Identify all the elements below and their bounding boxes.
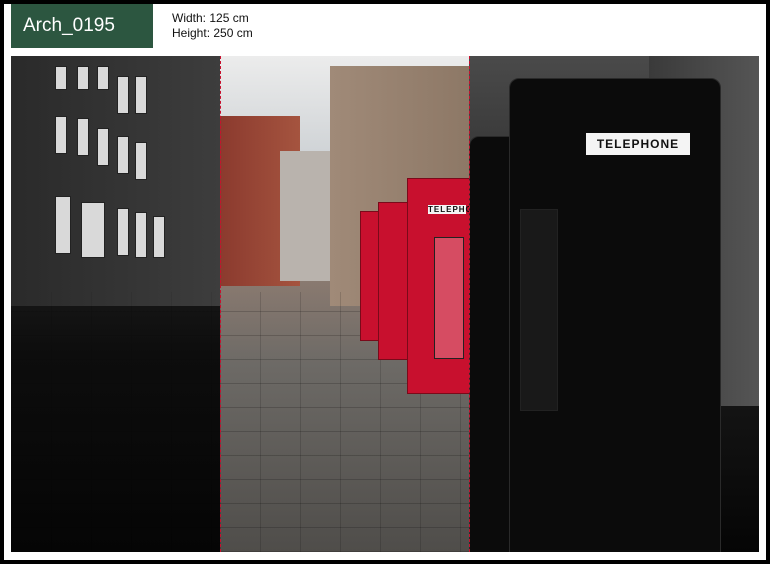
window [81,202,105,258]
booth-sign: TELEPHONE [428,205,486,214]
product-code-badge: Arch_0195 [11,4,153,48]
width-label: Width: 125 cm [172,11,249,25]
dark-telephone-booth: TELEPHONE [509,78,721,552]
window [117,208,129,256]
far-buildings [280,151,330,281]
middle-panel: TELEPHONE [220,56,486,552]
dimensions-block: Width: 125 cm Height: 250 cm [172,11,253,41]
window [55,116,67,154]
print-preview-frame: Arch_0195 Width: 125 cm Height: 250 cm T… [4,4,766,560]
wet-pavement [11,292,220,552]
window [135,212,147,258]
window [97,66,109,90]
window [135,76,147,114]
right-panel: TELEPHONE [469,56,759,552]
booth-window [520,209,558,411]
window [117,76,129,114]
left-panel [11,56,220,552]
red-telephone-booth [378,202,408,360]
panel-divider [469,56,470,552]
booth-window [434,237,464,359]
artwork-photo: TELEPHONE TELEPHONE [11,56,759,552]
booth-sign: TELEPHONE [586,133,690,155]
left-building [11,56,220,306]
window [77,118,89,156]
red-telephone-booth: TELEPHONE [407,178,486,394]
window [153,216,165,258]
window [55,196,71,254]
window [97,128,109,166]
window [135,142,147,180]
window [117,136,129,174]
height-label: Height: 250 cm [172,26,253,40]
window [77,66,89,90]
panel-divider [220,56,221,552]
window [55,66,67,90]
